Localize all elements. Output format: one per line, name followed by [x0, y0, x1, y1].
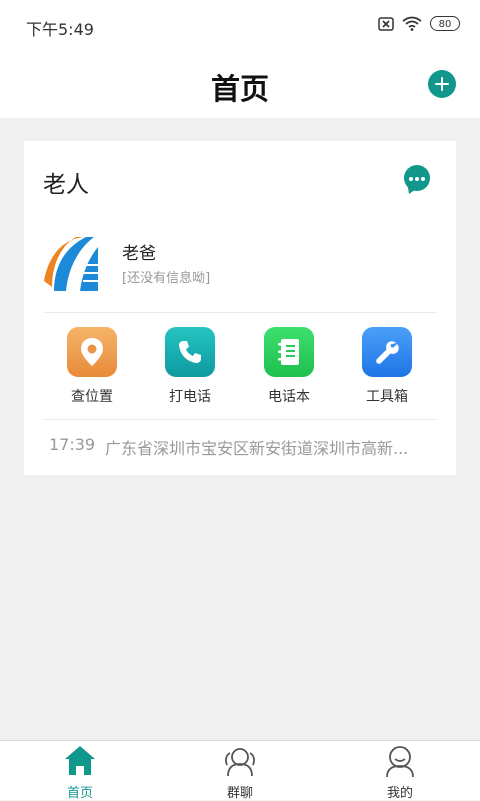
sim-off-icon	[378, 16, 394, 31]
wifi-icon	[402, 16, 422, 31]
add-button[interactable]	[428, 70, 456, 98]
divider	[44, 312, 437, 313]
action-label: 电话本	[268, 389, 310, 405]
quick-actions: 查位置 打电话 电话本 工具箱	[24, 327, 456, 407]
action-call[interactable]: 打电话	[145, 327, 235, 407]
app-header: 首页	[0, 52, 480, 118]
action-label: 查位置	[71, 389, 113, 405]
action-toolbox[interactable]: 工具箱	[342, 327, 432, 407]
tab-profile[interactable]: 我的	[320, 741, 480, 801]
status-time: 下午5:49	[26, 20, 94, 39]
tab-home[interactable]: 首页	[0, 741, 160, 801]
member-row[interactable]: 老爸 [还没有信息呦]	[42, 235, 442, 295]
notebook-icon	[264, 327, 314, 377]
home-icon	[63, 744, 97, 778]
divider	[44, 419, 437, 420]
status-bar: 下午5:49 80	[0, 0, 480, 52]
tab-label: 首页	[66, 786, 93, 801]
location-time: 17:39	[49, 435, 96, 454]
group-chat-icon	[223, 744, 257, 778]
location-address: 广东省深圳市宝安区新安街道深圳市高新...	[105, 439, 409, 458]
action-label: 打电话	[169, 389, 211, 405]
elderly-card: 老人 老爸 [还没有信息呦] 查位置 打电话 电话本 工具箱 17:39 广东省…	[24, 141, 456, 475]
tab-group-chat[interactable]: 群聊	[160, 741, 320, 801]
tab-label: 我的	[386, 786, 413, 801]
page-title: 首页	[210, 72, 269, 106]
action-contacts[interactable]: 电话本	[244, 327, 334, 407]
action-label: 工具箱	[366, 389, 408, 405]
phone-icon	[165, 327, 215, 377]
avatar	[42, 235, 100, 293]
last-location-row[interactable]: 17:39 广东省深圳市宝安区新安街道深圳市高新...	[49, 435, 441, 458]
member-status: [还没有信息呦]	[122, 271, 211, 286]
action-locate[interactable]: 查位置	[47, 327, 137, 407]
location-pin-icon	[67, 327, 117, 377]
more-chat-icon[interactable]	[404, 165, 430, 191]
profile-icon	[383, 744, 417, 778]
tab-label: 群聊	[226, 786, 253, 801]
member-name: 老爸	[122, 244, 156, 264]
status-icons: 80	[378, 16, 460, 31]
wrench-icon	[362, 327, 412, 377]
card-title: 老人	[43, 172, 89, 198]
bottom-tab-bar: 首页 群聊 我的	[0, 740, 480, 801]
battery-indicator: 80	[430, 16, 460, 31]
